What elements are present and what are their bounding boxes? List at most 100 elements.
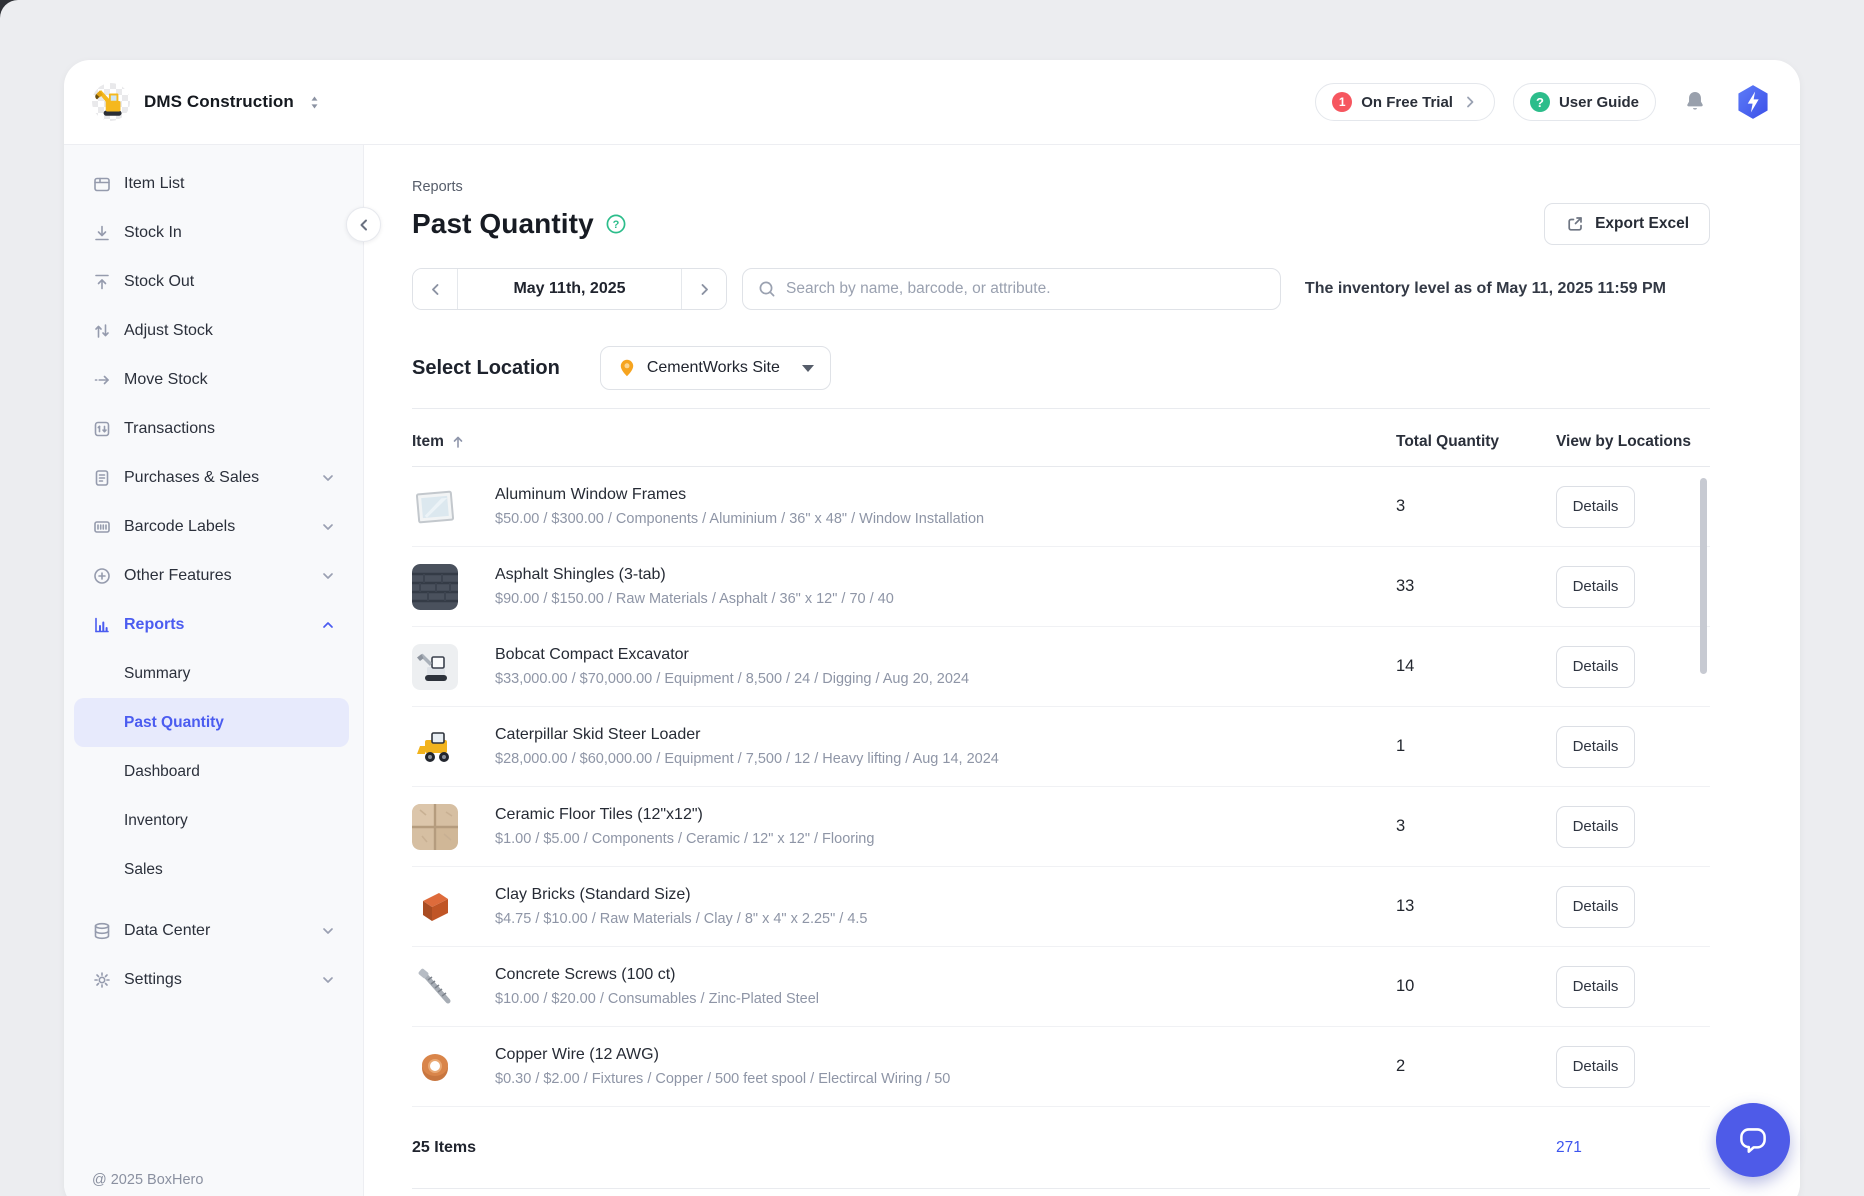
column-header-item[interactable]: Item bbox=[412, 433, 1384, 451]
trial-count-badge: 1 bbox=[1332, 92, 1352, 112]
sidebar-item-label: Adjust Stock bbox=[124, 322, 213, 340]
date-display[interactable]: May 11th, 2025 bbox=[458, 269, 681, 309]
search-box bbox=[742, 268, 1281, 310]
notifications-bell-icon[interactable] bbox=[1682, 89, 1708, 115]
details-button[interactable]: Details bbox=[1556, 726, 1635, 768]
total-quantity-value: 33 bbox=[1384, 577, 1544, 596]
details-button[interactable]: Details bbox=[1556, 966, 1635, 1008]
item-text: Asphalt Shingles (3-tab)$90.00 / $150.00… bbox=[495, 565, 894, 608]
table-row: Aluminum Window Frames$50.00 / $300.00 /… bbox=[412, 467, 1710, 547]
total-quantity-value: 3 bbox=[1384, 817, 1544, 836]
company-name: DMS Construction bbox=[144, 92, 294, 112]
item-name: Aluminum Window Frames bbox=[495, 485, 984, 505]
total-quantity-value: 2 bbox=[1384, 1057, 1544, 1076]
table-row: Ceramic Floor Tiles (12"x12") $1.00 / $5.… bbox=[412, 787, 1710, 867]
details-button[interactable]: Details bbox=[1556, 486, 1635, 528]
sidebar-item-label: Sales bbox=[124, 861, 163, 879]
trial-label: On Free Trial bbox=[1361, 94, 1453, 111]
view-by-locations-cell: Details bbox=[1544, 566, 1710, 608]
item-name: Ceramic Floor Tiles (12"x12") bbox=[495, 805, 874, 825]
sidebar-collapse-button[interactable] bbox=[346, 207, 381, 242]
column-header-view-by-locations: View by Locations bbox=[1544, 433, 1710, 451]
item-text: Bobcat Compact Excavator$33,000.00 / $70… bbox=[495, 645, 969, 688]
database-icon bbox=[92, 921, 112, 941]
scrollbar-thumb[interactable] bbox=[1700, 478, 1707, 674]
view-by-locations-cell: Details bbox=[1544, 726, 1710, 768]
view-by-locations-cell: Details bbox=[1544, 1046, 1710, 1088]
page-title: Past Quantity bbox=[412, 208, 594, 240]
location-pin-icon bbox=[617, 358, 637, 378]
item-name: Concrete Screws (100 ct) bbox=[495, 965, 819, 985]
search-icon bbox=[757, 279, 777, 299]
table-row: Clay Bricks (Standard Size)$4.75 / $10.0… bbox=[412, 867, 1710, 947]
workspace-switcher[interactable]: DMS Construction bbox=[92, 83, 321, 121]
sidebar-item-sales[interactable]: Sales bbox=[64, 845, 363, 894]
top-bar: DMS Construction 1 On Free Trial ? User … bbox=[64, 60, 1800, 145]
details-button[interactable]: Details bbox=[1556, 1046, 1635, 1088]
details-button[interactable]: Details bbox=[1556, 886, 1635, 928]
sidebar-item-move-stock[interactable]: Move Stock bbox=[64, 355, 363, 404]
details-button[interactable]: Details bbox=[1556, 646, 1635, 688]
location-dropdown[interactable]: CementWorks Site bbox=[600, 346, 831, 390]
hexagon-lightning-icon[interactable] bbox=[1734, 83, 1772, 121]
free-trial-button[interactable]: 1 On Free Trial bbox=[1315, 83, 1495, 121]
item-attributes: $1.00 / $5.00 / Components / Ceramic / 1… bbox=[495, 831, 874, 848]
view-by-locations-cell: Details bbox=[1544, 486, 1710, 528]
chart-icon bbox=[92, 615, 112, 635]
shingles-thumbnail bbox=[412, 564, 458, 610]
sidebar-item-stock-in[interactable]: Stock In bbox=[64, 208, 363, 257]
transactions-icon bbox=[92, 419, 112, 439]
table-row: Bobcat Compact Excavator$33,000.00 / $70… bbox=[412, 627, 1710, 707]
sidebar-item-stock-out[interactable]: Stock Out bbox=[64, 257, 363, 306]
chevron-down-icon bbox=[319, 971, 337, 989]
total-quantity-value: 1 bbox=[1384, 737, 1544, 756]
sidebar-item-past-quantity[interactable]: Past Quantity bbox=[74, 698, 349, 747]
app-card: DMS Construction 1 On Free Trial ? User … bbox=[64, 60, 1800, 1196]
sidebar-item-summary[interactable]: Summary bbox=[64, 649, 363, 698]
item-text: Copper Wire (12 AWG) $0.30 / $2.00 / Fixt… bbox=[495, 1045, 950, 1088]
wire-thumbnail bbox=[412, 1044, 458, 1090]
sidebar-item-adjust-stock[interactable]: Adjust Stock bbox=[64, 306, 363, 355]
sidebar-item-transactions[interactable]: Transactions bbox=[64, 404, 363, 453]
help-circle-icon[interactable]: ? bbox=[605, 213, 627, 235]
previous-day-button[interactable] bbox=[413, 269, 458, 309]
total-quantity-link[interactable]: 271 bbox=[1544, 1139, 1710, 1157]
sidebar-item-label: Stock In bbox=[124, 224, 182, 242]
search-input[interactable] bbox=[786, 280, 1266, 298]
item-attributes: $0.30 / $2.00 / Fixtures / Copper / 500 … bbox=[495, 1071, 950, 1088]
inventory-level-note: The inventory level as of May 11, 2025 1… bbox=[1305, 280, 1666, 298]
app-window: DMS Construction 1 On Free Trial ? User … bbox=[0, 0, 1864, 1196]
item-name: Copper Wire (12 AWG) bbox=[495, 1045, 950, 1065]
user-guide-button[interactable]: ? User Guide bbox=[1513, 83, 1656, 121]
sidebar-item-dashboard[interactable]: Dashboard bbox=[64, 747, 363, 796]
sidebar-item-label: Purchases & Sales bbox=[124, 469, 259, 487]
sidebar-item-item-list[interactable]: Item List bbox=[64, 159, 363, 208]
sidebar-item-purchases-sales[interactable]: Purchases & Sales bbox=[64, 453, 363, 502]
chat-button[interactable] bbox=[1716, 1103, 1790, 1177]
item-name: Caterpillar Skid Steer Loader bbox=[495, 725, 999, 745]
sidebar-item-inventory[interactable]: Inventory bbox=[64, 796, 363, 845]
move-icon bbox=[92, 370, 112, 390]
view-by-locations-cell: Details bbox=[1544, 966, 1710, 1008]
sidebar-item-data-center[interactable]: Data Center bbox=[64, 906, 363, 955]
chevron-down-icon bbox=[319, 567, 337, 585]
chevron-down-icon bbox=[319, 518, 337, 536]
item-cell: Aluminum Window Frames$50.00 / $300.00 /… bbox=[412, 484, 1384, 530]
company-logo-icon bbox=[92, 83, 130, 121]
sidebar-item-label: Inventory bbox=[124, 812, 188, 830]
sort-ascending-icon bbox=[450, 434, 466, 450]
chevron-up-icon bbox=[319, 616, 337, 634]
sidebar-item-settings[interactable]: Settings bbox=[64, 955, 363, 1004]
item-attributes: $90.00 / $150.00 / Raw Materials / Aspha… bbox=[495, 591, 894, 608]
sidebar-item-barcode-labels[interactable]: Barcode Labels bbox=[64, 502, 363, 551]
item-name: Bobcat Compact Excavator bbox=[495, 645, 969, 665]
next-day-button[interactable] bbox=[681, 269, 726, 309]
question-badge-icon: ? bbox=[1530, 92, 1550, 112]
plus-circle-icon bbox=[92, 566, 112, 586]
sidebar-item-reports[interactable]: Reports bbox=[64, 600, 363, 649]
details-button[interactable]: Details bbox=[1556, 566, 1635, 608]
sidebar-item-other-features[interactable]: Other Features bbox=[64, 551, 363, 600]
export-excel-button[interactable]: Export Excel bbox=[1544, 203, 1710, 245]
details-button[interactable]: Details bbox=[1556, 806, 1635, 848]
sidebar-item-label: Stock Out bbox=[124, 273, 194, 291]
